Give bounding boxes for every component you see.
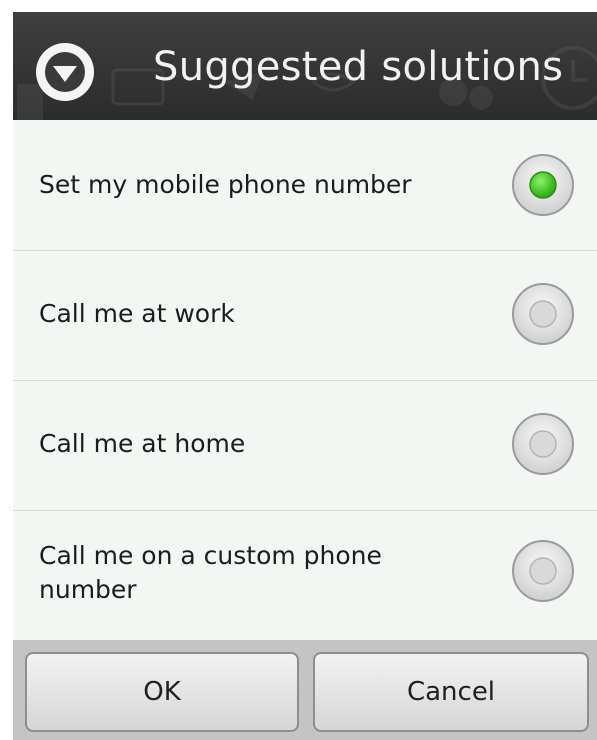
radio-unselected-icon[interactable] [511, 412, 575, 476]
option-call-work[interactable]: Call me at work [13, 251, 597, 381]
option-set-mobile-number[interactable]: Set my mobile phone number [13, 121, 597, 251]
suggested-solutions-dialog: Suggested solutions Set my mobile phone … [13, 12, 597, 740]
option-call-home[interactable]: Call me at home [13, 381, 597, 511]
cancel-button[interactable]: Cancel [313, 652, 589, 732]
dialog-title-bar: Suggested solutions [13, 12, 597, 120]
option-label: Set my mobile phone number [39, 170, 412, 199]
option-label: Call me at home [39, 429, 246, 458]
radio-unselected-icon[interactable] [511, 282, 575, 346]
radio-unselected-icon[interactable] [511, 539, 575, 603]
option-call-custom-number[interactable]: Call me on a custom phone number [13, 511, 597, 640]
chevron-down-circle-icon [36, 43, 94, 101]
option-label: Call me at work [39, 299, 235, 328]
dialog-title: Suggested solutions [153, 44, 564, 90]
dialog-button-bar: OK Cancel [13, 640, 597, 740]
option-label: Call me on a custom phone number [39, 541, 382, 604]
radio-selected-icon[interactable] [511, 153, 575, 217]
ok-button[interactable]: OK [25, 652, 299, 732]
